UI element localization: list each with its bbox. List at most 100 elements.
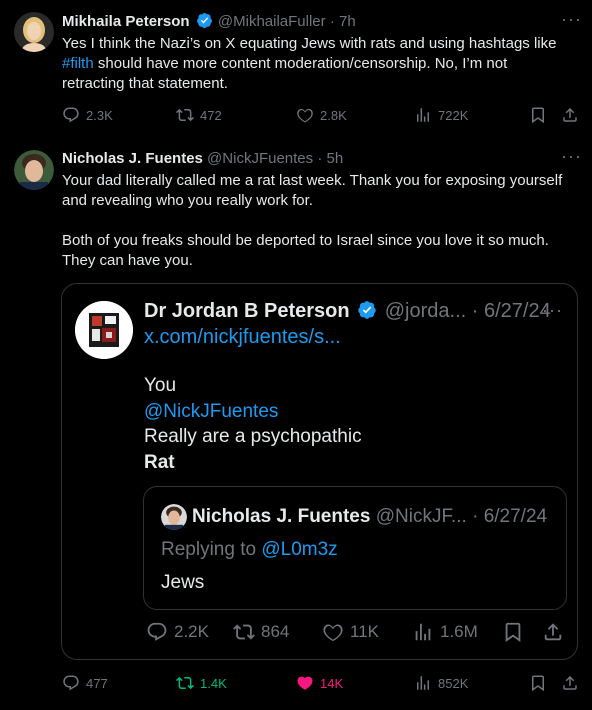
repost-icon: [233, 624, 255, 640]
more-icon[interactable]: ···: [561, 10, 582, 28]
dot-separator: ·: [329, 13, 335, 30]
replying-to-handle[interactable]: @L0m3z: [261, 539, 337, 560]
reply-icon: [147, 622, 167, 641]
verified-badge-icon: [196, 12, 212, 29]
nested-date[interactable]: 6/27/24: [484, 506, 547, 527]
bookmark-icon: [532, 107, 544, 124]
avatar-peterson[interactable]: [75, 301, 133, 359]
views-button[interactable]: 852K: [414, 674, 468, 692]
avatar-peterson-image: [75, 301, 133, 359]
tweet-text-line: Yes I think the Nazi’s on X equating Jew…: [62, 35, 557, 52]
mention-link[interactable]: @NickJFuentes: [144, 399, 362, 425]
views-count: 1.6M: [440, 622, 478, 641]
replying-to-label: Replying to: [161, 539, 257, 560]
bookmark-icon: [505, 622, 521, 643]
tweet-text-line: Both of you freaks should be deported to…: [62, 232, 549, 249]
quote-bookmark-button[interactable]: [502, 621, 524, 643]
repost-count: 864: [261, 622, 290, 641]
tweet-text-line: Your dad literally called me a rat last …: [62, 172, 563, 189]
tweet-time[interactable]: 5h: [326, 150, 343, 167]
nested-text: Jews: [161, 572, 205, 593]
share-button[interactable]: [561, 106, 579, 124]
nested-quoted-tweet-card[interactable]: Nicholas J. Fuentes @NickJF... · 6/27/24…: [143, 486, 567, 610]
repost-count: 472: [200, 107, 222, 123]
repost-icon: [176, 676, 194, 690]
quote-text-line: Rat: [144, 451, 175, 473]
nested-author-handle[interactable]: @NickJF...: [376, 506, 467, 527]
bookmark-button[interactable]: [529, 674, 547, 692]
reply-count: 2.3K: [86, 107, 113, 123]
avatar-fuentes-small-image: [161, 504, 187, 530]
quote-text-line: Really are a psychopathic: [144, 426, 362, 447]
quote-repost-button[interactable]: 864: [233, 621, 289, 643]
views-icon: [417, 108, 429, 122]
tweet-text: Yes I think the Nazi’s on X equating Jew…: [62, 34, 587, 94]
author-handle[interactable]: @MikhailaFuller: [218, 13, 326, 30]
reply-icon: [63, 107, 79, 123]
reply-button[interactable]: 477: [62, 674, 108, 692]
dot-separator: ·: [471, 300, 479, 322]
avatar-mikhaila-image: [14, 12, 54, 52]
avatar-fuentes-small[interactable]: [161, 504, 187, 530]
share-icon: [544, 623, 562, 641]
like-button[interactable]: 14K: [296, 674, 343, 692]
tweet-text-span: should have more content moderation/cens…: [93, 55, 508, 72]
quoted-tweet-card[interactable]: Dr Jordan B Peterson @jorda... · 6/27/24…: [61, 283, 578, 660]
views-button[interactable]: 722K: [414, 106, 468, 124]
reply-button[interactable]: 2.3K: [62, 106, 113, 124]
nested-author-name[interactable]: Nicholas J. Fuentes: [192, 506, 370, 527]
more-icon[interactable]: ···: [542, 301, 563, 319]
tweet-text-line: They can have you.: [62, 252, 193, 269]
bookmark-button[interactable]: [529, 106, 547, 124]
tweet-text: Your dad literally called me a rat last …: [62, 171, 587, 271]
quote-date[interactable]: 6/27/24: [484, 300, 551, 322]
share-icon: [563, 675, 577, 690]
hashtag-link[interactable]: #filth: [62, 55, 94, 72]
author-name[interactable]: Nicholas J. Fuentes: [62, 150, 203, 167]
quote-author-handle[interactable]: @jorda...: [385, 300, 466, 322]
quote-reply-button[interactable]: 2.2K: [146, 621, 209, 643]
more-icon[interactable]: ···: [561, 147, 582, 165]
author-name[interactable]: Mikhaila Peterson: [62, 13, 190, 30]
quote-author-name[interactable]: Dr Jordan B Peterson: [144, 300, 350, 322]
quote-views-button[interactable]: 1.6M: [412, 621, 478, 643]
like-icon: [323, 624, 343, 642]
verified-badge-icon: [358, 300, 376, 319]
tweet-text-line: #filth should have more content moderati…: [62, 54, 587, 74]
like-count: 14K: [320, 675, 344, 691]
views-icon: [417, 676, 429, 690]
views-count: 852K: [438, 675, 469, 691]
tweet-time[interactable]: 7h: [339, 13, 356, 30]
tweet-text-line: and revealing who you really work for.: [62, 192, 313, 209]
bookmark-icon: [532, 675, 544, 692]
dot-separator: ·: [317, 150, 323, 167]
reply-count: 477: [86, 675, 108, 691]
views-count: 722K: [438, 107, 469, 123]
share-button[interactable]: [561, 674, 579, 692]
avatar-fuentes-image: [14, 150, 54, 190]
repost-count: 1.4K: [200, 675, 227, 691]
dot-separator: ·: [472, 506, 479, 527]
share-icon: [563, 107, 577, 122]
quote-link[interactable]: x.com/nickjfuentes/s...: [144, 324, 341, 350]
reply-icon: [63, 675, 79, 691]
author-handle[interactable]: @NickJFuentes: [207, 150, 313, 167]
like-count: 11K: [350, 622, 379, 641]
reply-count: 2.2K: [174, 622, 209, 641]
avatar-mikhaila[interactable]: [14, 12, 54, 52]
repost-icon: [176, 108, 194, 122]
like-count: 2.8K: [320, 107, 347, 123]
quote-like-button[interactable]: 11K: [322, 621, 379, 643]
like-button[interactable]: 2.8K: [296, 106, 347, 124]
views-icon: [415, 623, 431, 641]
repost-button[interactable]: 1.4K: [176, 674, 227, 692]
like-icon: [297, 676, 313, 690]
like-icon: [297, 108, 313, 123]
repost-button[interactable]: 472: [176, 106, 222, 124]
tweet-text-line: retracting that statement.: [62, 75, 228, 92]
quote-text: You @NickJFuentes Really are a psychopat…: [144, 373, 362, 475]
avatar-fuentes[interactable]: [14, 150, 54, 190]
quote-share-button[interactable]: [542, 621, 564, 643]
quote-text-line: You: [144, 375, 177, 396]
